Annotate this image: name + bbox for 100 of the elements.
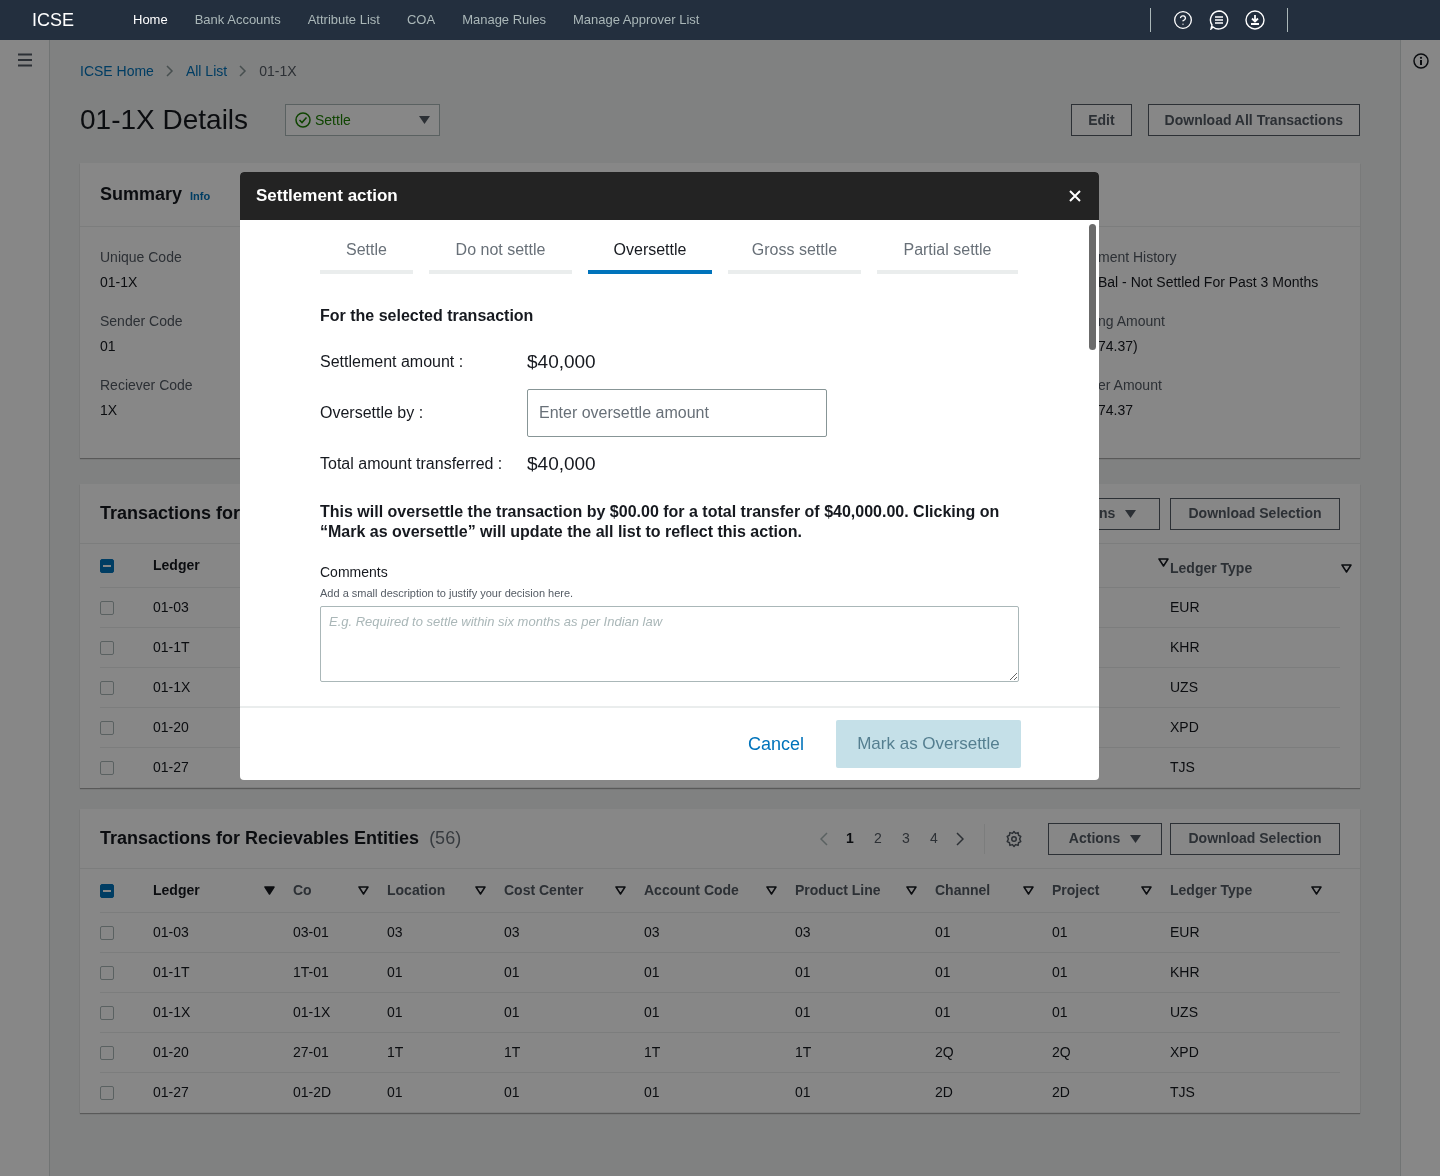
- filter-icon[interactable]: [1141, 886, 1152, 895]
- column-header[interactable]: Location: [387, 880, 446, 901]
- table-cell-text: 01-27: [153, 758, 190, 777]
- table-cell-text: 01: [1052, 963, 1069, 982]
- brand-logo[interactable]: ICSE: [32, 6, 133, 34]
- field-hint: Add a small description to justify your decision here.: [320, 586, 575, 601]
- status-select[interactable]: Settle: [285, 104, 440, 136]
- item-count: (56): [429, 827, 462, 850]
- filter-icon[interactable]: [1158, 558, 1169, 567]
- breadcrumb-link[interactable]: All List: [185, 60, 228, 82]
- filter-icon[interactable]: [906, 886, 917, 895]
- table-cell-text: 1T-01: [293, 963, 330, 982]
- nav-link[interactable]: Attribute List: [307, 10, 380, 30]
- table-cell-text: TJS: [1170, 1083, 1196, 1102]
- filter-icon[interactable]: [615, 886, 626, 895]
- nav-link[interactable]: COA: [406, 10, 436, 30]
- checkbox[interactable]: [100, 640, 114, 655]
- total-amount: $40,000: [527, 451, 596, 476]
- chat-list-icon[interactable]: [1209, 10, 1229, 30]
- close-icon[interactable]: [1069, 190, 1081, 202]
- checkbox[interactable]: [100, 1085, 114, 1100]
- tab[interactable]: Settle: [320, 238, 413, 274]
- download-selection-button[interactable]: Download Selection: [1170, 822, 1340, 855]
- tab[interactable]: Oversettle: [588, 238, 712, 274]
- download-selection-button[interactable]: Download Selection: [1170, 497, 1340, 530]
- checkbox[interactable]: [100, 1005, 114, 1020]
- column-header[interactable]: Co: [293, 880, 312, 901]
- table-cell-text: 01: [1052, 923, 1069, 942]
- checkbox[interactable]: [100, 720, 114, 735]
- column-header[interactable]: Project: [1052, 880, 1100, 901]
- checkbox[interactable]: [100, 1045, 114, 1060]
- page-number[interactable]: 3: [894, 828, 918, 849]
- field-value: 1X: [100, 401, 119, 420]
- checkbox[interactable]: [100, 760, 114, 775]
- tab[interactable]: Partial settle: [877, 238, 1018, 274]
- column-header[interactable]: Account Code: [644, 880, 739, 901]
- filter-icon[interactable]: [1311, 886, 1322, 895]
- column-header[interactable]: Ledger: [153, 555, 200, 576]
- scrollbar-thumb[interactable]: [1089, 224, 1096, 350]
- table-cell-text: 01: [504, 1003, 521, 1022]
- table-cell-text: 27-01: [293, 1043, 330, 1062]
- checkbox[interactable]: [100, 600, 114, 615]
- table-cell-text: 01: [795, 1003, 812, 1022]
- settlement-amount: $40,000: [527, 349, 596, 374]
- input-field[interactable]: Enter oversettle amount: [527, 389, 827, 437]
- filter-icon[interactable]: [475, 886, 486, 895]
- check-circle-icon: [295, 112, 311, 128]
- cancel-link[interactable]: Cancel: [747, 730, 804, 758]
- table-cell-text: KHR: [1170, 638, 1201, 657]
- checkbox[interactable]: [100, 680, 114, 695]
- settings-icon[interactable]: [1005, 829, 1023, 848]
- tab[interactable]: Gross settle: [728, 238, 861, 274]
- actions-button[interactable]: Actions: [1048, 822, 1162, 855]
- page-action-button[interactable]: Edit: [1071, 104, 1132, 136]
- table-cell-text: 03: [644, 923, 661, 942]
- checkbox[interactable]: [100, 883, 114, 898]
- chevron-right-icon[interactable]: [956, 831, 964, 846]
- tab[interactable]: Do not settle: [429, 238, 572, 274]
- nav-link[interactable]: Manage Approver List: [572, 10, 700, 30]
- caret-icon: [419, 116, 430, 124]
- table-cell-text: 01: [795, 1083, 812, 1102]
- table-cell-text: 03: [387, 923, 404, 942]
- table-cell-text: 01: [504, 963, 521, 982]
- caret-icon: [1125, 509, 1137, 518]
- table-cell-text: 01-03: [153, 923, 190, 942]
- info-icon[interactable]: [1412, 53, 1429, 69]
- field-label: Sender Code: [100, 312, 184, 331]
- checkbox[interactable]: [100, 558, 114, 573]
- filter-icon[interactable]: [358, 886, 369, 895]
- table-cell-text: 03: [795, 923, 812, 942]
- page-number[interactable]: 2: [866, 828, 890, 849]
- download-icon[interactable]: [1245, 10, 1265, 30]
- column-header[interactable]: Cost Center: [504, 880, 584, 901]
- column-header[interactable]: Product Line: [795, 880, 881, 901]
- page-number[interactable]: 4: [922, 828, 946, 849]
- checkbox[interactable]: [100, 965, 114, 980]
- filter-icon[interactable]: [1023, 886, 1034, 895]
- table-cell-text: KHR: [1170, 963, 1201, 982]
- filter-icon[interactable]: [766, 886, 777, 895]
- table-cell-text: 01-1T: [153, 963, 191, 982]
- page-action-button[interactable]: Download All Transactions: [1147, 104, 1360, 136]
- field-value: 01: [100, 337, 117, 356]
- sort-down-icon[interactable]: [264, 886, 275, 895]
- comments-field[interactable]: E.g. Required to settle within six months as per Indian law: [320, 605, 1019, 682]
- checkbox[interactable]: [100, 925, 114, 940]
- column-header[interactable]: Channel: [935, 880, 991, 901]
- filter-icon[interactable]: [1341, 564, 1352, 573]
- breadcrumb-link[interactable]: ICSE Home: [80, 60, 154, 82]
- column-header[interactable]: Ledger: [153, 880, 200, 901]
- page-title: 01-1X Details: [80, 103, 250, 137]
- field-value: 01-1X: [100, 273, 139, 292]
- nav-link[interactable]: Bank Accounts: [194, 10, 281, 30]
- nav-link[interactable]: Home: [133, 10, 168, 30]
- help-icon[interactable]: [1173, 10, 1193, 30]
- menu-icon[interactable]: [16, 53, 33, 67]
- column-header[interactable]: Ledger Type: [1170, 558, 1253, 579]
- nav-link[interactable]: Manage Rules: [462, 10, 546, 30]
- page-number[interactable]: 1: [838, 828, 862, 849]
- column-header[interactable]: Ledger Type: [1170, 880, 1253, 901]
- info-link[interactable]: Info: [190, 187, 211, 205]
